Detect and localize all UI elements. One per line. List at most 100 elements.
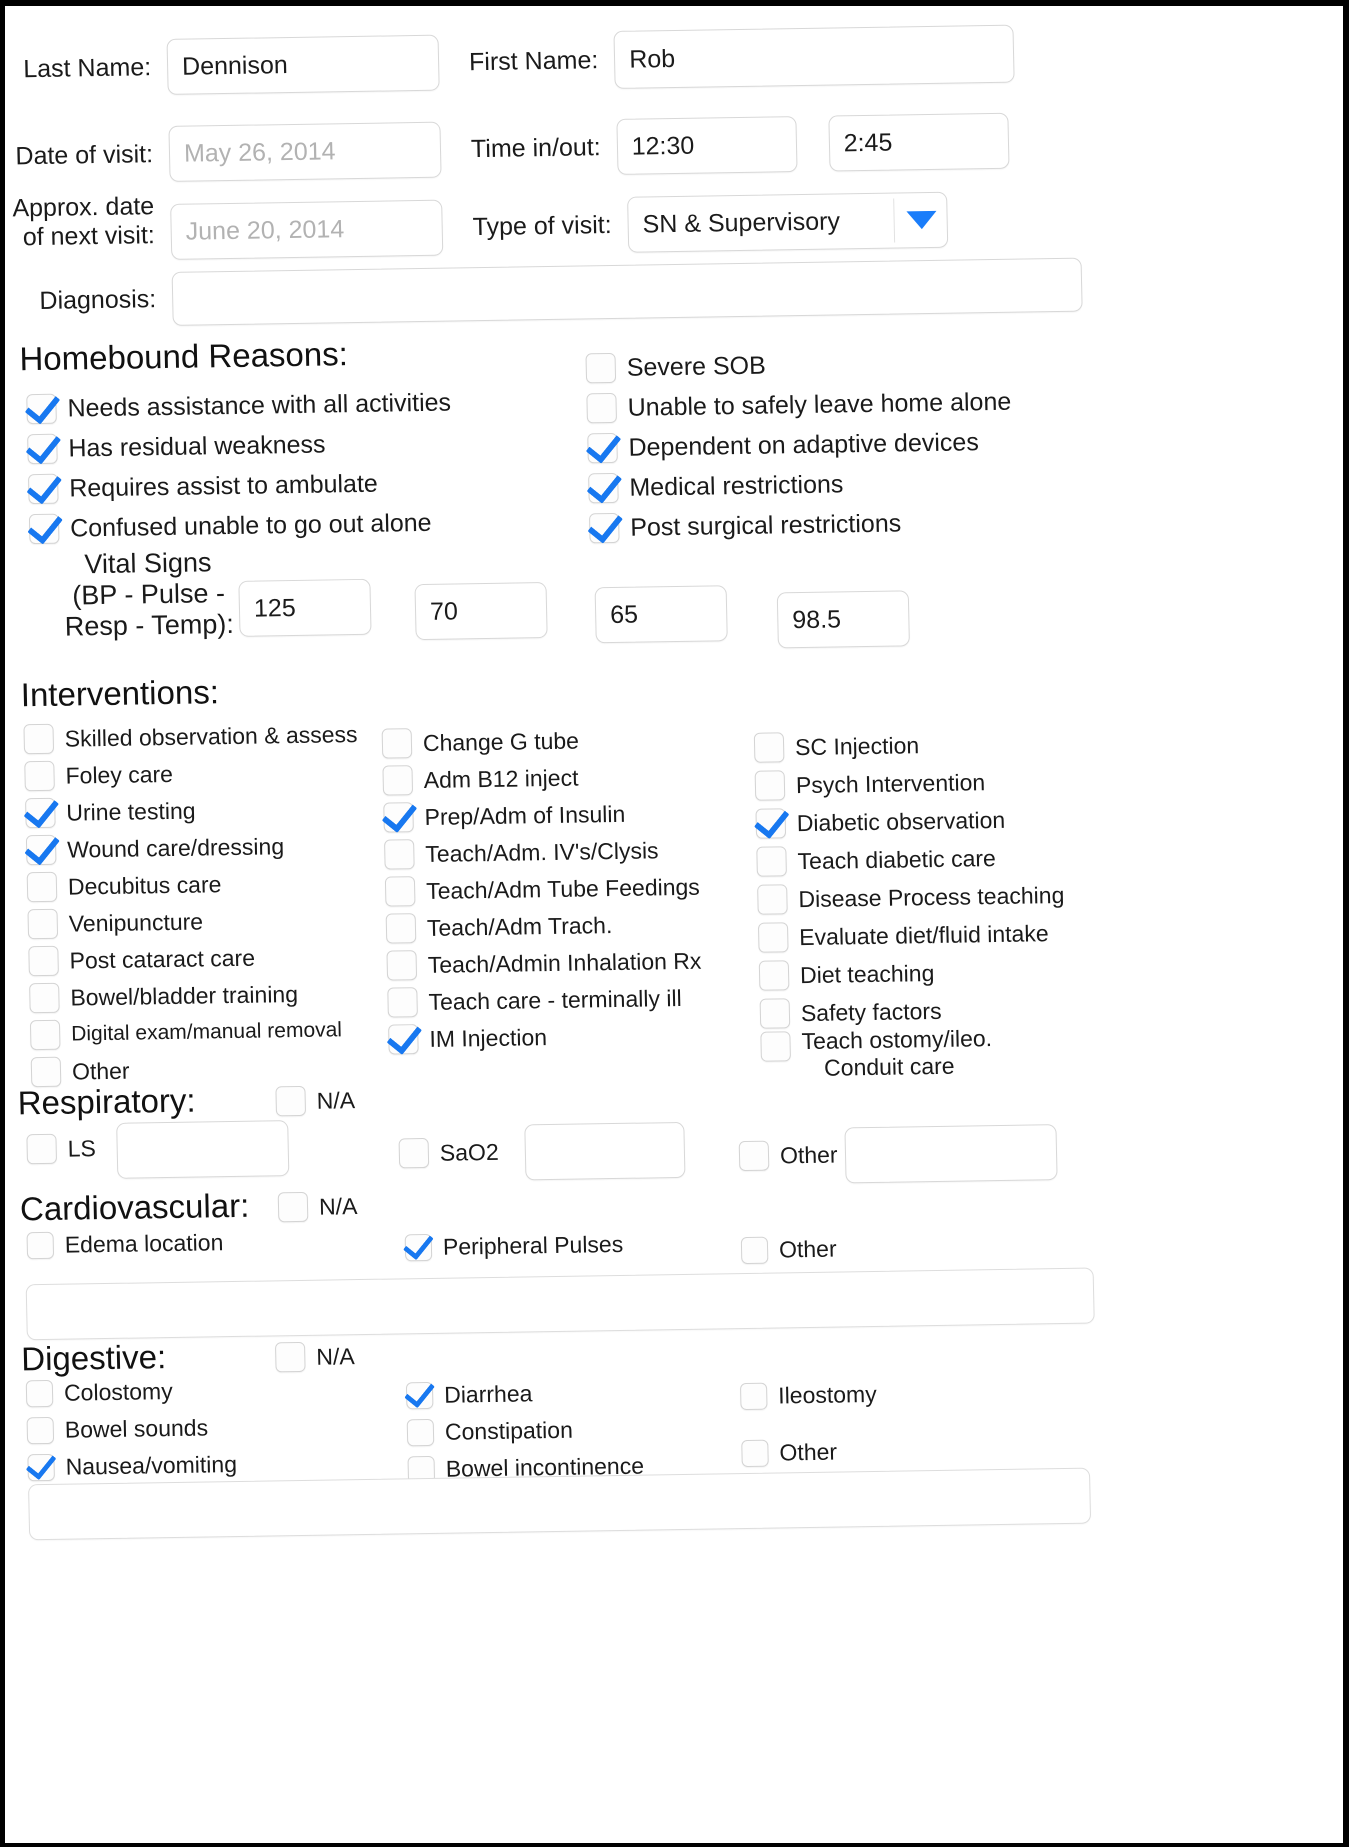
cardiovascular-peripheral-pulses[interactable]: Peripheral Pulses [404,1231,624,1262]
checkbox-icon[interactable] [274,1341,306,1373]
homebound-item-adaptive-devices[interactable]: Dependent on adaptive devices [587,427,1012,464]
time-out-input[interactable]: 2:45 [828,112,1010,172]
cardiovascular-na[interactable]: N/A [277,1191,358,1223]
intervention-prep-adm-insulin[interactable]: Prep/Adm of Insulin [383,798,698,833]
checkbox-icon[interactable] [738,1140,770,1172]
respiratory-other[interactable]: Other [738,1140,838,1172]
checkbox-icon[interactable] [384,876,416,907]
intervention-other-col1[interactable]: Other [30,1052,365,1088]
intervention-venipuncture[interactable]: Venipuncture [27,904,361,940]
intervention-foley-care[interactable]: Foley care [24,756,358,792]
checkbox-icon[interactable] [758,960,790,991]
checkbox-icon[interactable] [27,1453,55,1482]
checkbox-icon[interactable] [27,908,59,940]
first-name-input[interactable]: Rob [613,24,1015,89]
checkbox-icon[interactable] [25,1379,54,1408]
checkbox-icon[interactable] [28,513,60,545]
intervention-teach-trach[interactable]: Teach/Adm Trach. [385,909,701,944]
respiratory-other-input[interactable] [844,1124,1058,1184]
intervention-post-cataract-care[interactable]: Post cataract care [28,941,362,977]
homebound-item-confused[interactable]: Confused unable to go out alone [28,507,454,545]
checkbox-icon[interactable] [26,393,57,425]
intervention-diabetic-observation[interactable]: Diabetic observation [755,804,1063,839]
checkbox-icon[interactable] [398,1137,430,1169]
next-visit-input[interactable]: June 20, 2014 [170,199,444,260]
intervention-im-injection[interactable]: IM Injection [388,1020,703,1055]
intervention-diet-teaching[interactable]: Diet teaching [758,956,1067,991]
time-in-input[interactable]: 12:30 [616,116,798,175]
type-of-visit-select[interactable]: SN & Supervisory [627,191,949,253]
checkbox-icon[interactable] [26,1231,55,1260]
checkbox-icon[interactable] [757,922,789,953]
checkbox-icon[interactable] [588,472,619,504]
cardiovascular-other[interactable]: Other [740,1236,837,1265]
cardiovascular-note-input[interactable] [25,1267,1095,1341]
intervention-wound-care[interactable]: Wound care/dressing [25,830,360,866]
digestive-colostomy[interactable]: Colostomy [25,1377,236,1408]
vital-bp-diastolic-input[interactable]: 70 [414,582,548,641]
homebound-item-residual-weakness[interactable]: Has residual weakness [27,428,452,465]
digestive-ileostomy[interactable]: Ileostomy [739,1381,877,1411]
checkbox-icon[interactable] [27,473,59,505]
checkbox-icon[interactable] [384,839,415,870]
digestive-bowel-sounds[interactable]: Bowel sounds [26,1414,237,1445]
intervention-bowel-bladder-training[interactable]: Bowel/bladder training [29,978,363,1014]
checkbox-icon[interactable] [760,1031,791,1062]
checkbox-icon[interactable] [277,1191,309,1223]
intervention-safety-factors[interactable]: Safety factors [759,994,1068,1029]
intervention-psych-intervention[interactable]: Psych Intervention [754,766,1063,801]
checkbox-icon[interactable] [754,770,786,801]
checkbox-icon[interactable] [387,987,418,1018]
intervention-change-g-tube[interactable]: Change G tube [381,724,697,759]
intervention-teach-diabetic-care[interactable]: Teach diabetic care [756,842,1064,877]
checkbox-icon[interactable] [383,802,414,833]
digestive-constipation[interactable]: Constipation [406,1416,644,1447]
cardiovascular-edema[interactable]: Edema location [26,1229,224,1260]
checkbox-icon[interactable] [757,884,788,915]
vital-bp-systolic-input[interactable]: 125 [238,578,372,637]
intervention-sc-injection[interactable]: SC Injection [753,728,1062,763]
checkbox-icon[interactable] [26,1416,55,1445]
checkbox-icon[interactable] [588,512,620,544]
checkbox-icon[interactable] [755,808,787,839]
intervention-evaluate-diet-fluid[interactable]: Evaluate diet/fluid intake [757,918,1066,953]
checkbox-icon[interactable] [26,871,58,903]
checkbox-icon[interactable] [587,432,618,464]
intervention-teach-inhalation-rx[interactable]: Teach/Admin Inhalation Rx [386,946,702,981]
checkbox-icon[interactable] [585,352,617,384]
checkbox-icon[interactable] [25,797,56,829]
intervention-digital-exam[interactable]: Digital exam/manual removal [29,1015,364,1051]
checkbox-icon[interactable] [386,950,418,981]
checkbox-icon[interactable] [388,1024,419,1055]
homebound-item-severe-sob[interactable]: Severe SOB [585,347,1010,384]
respiratory-na[interactable]: N/A [275,1085,355,1117]
intervention-urine-testing[interactable]: Urine testing [25,793,359,829]
digestive-nausea-vomiting[interactable]: Nausea/vomiting [27,1451,237,1482]
vital-temp-input[interactable]: 98.5 [776,590,910,649]
intervention-skilled-observation[interactable]: Skilled observation & assess [23,719,358,755]
date-of-visit-input[interactable]: May 26, 2014 [168,121,442,182]
checkbox-icon[interactable] [29,982,60,1014]
checkbox-icon[interactable] [385,913,417,944]
checkbox-icon[interactable] [28,945,59,977]
homebound-item-post-surgical[interactable]: Post surgical restrictions [588,507,1014,544]
respiratory-ls-input[interactable] [116,1120,290,1179]
checkbox-icon[interactable] [382,765,414,796]
intervention-adm-b12[interactable]: Adm B12 inject [382,761,697,796]
checkbox-icon[interactable] [740,1236,769,1265]
intervention-decubitus-care[interactable]: Decubitus care [26,867,361,903]
homebound-item-medical-restrictions[interactable]: Medical restrictions [588,467,1013,504]
intervention-teach-tube-feedings[interactable]: Teach/Adm Tube Feedings [384,872,700,907]
intervention-teach-terminally-ill[interactable]: Teach care - terminally ill [387,983,702,1018]
last-name-input[interactable]: Dennison [166,34,440,95]
digestive-other[interactable]: Other [741,1438,878,1468]
checkbox-icon[interactable] [24,760,55,792]
checkbox-icon[interactable] [406,1418,435,1447]
intervention-disease-process-teaching[interactable]: Disease Process teaching [757,880,1065,915]
checkbox-icon[interactable] [753,732,785,763]
checkbox-icon[interactable] [756,846,787,877]
homebound-item-needs-assistance[interactable]: Needs assistance with all activities [26,388,451,425]
checkbox-icon[interactable] [30,1056,62,1088]
intervention-teach-ostomy[interactable]: Teach ostomy/ileo. Conduit care [760,1025,993,1083]
checkbox-icon[interactable] [404,1233,433,1262]
